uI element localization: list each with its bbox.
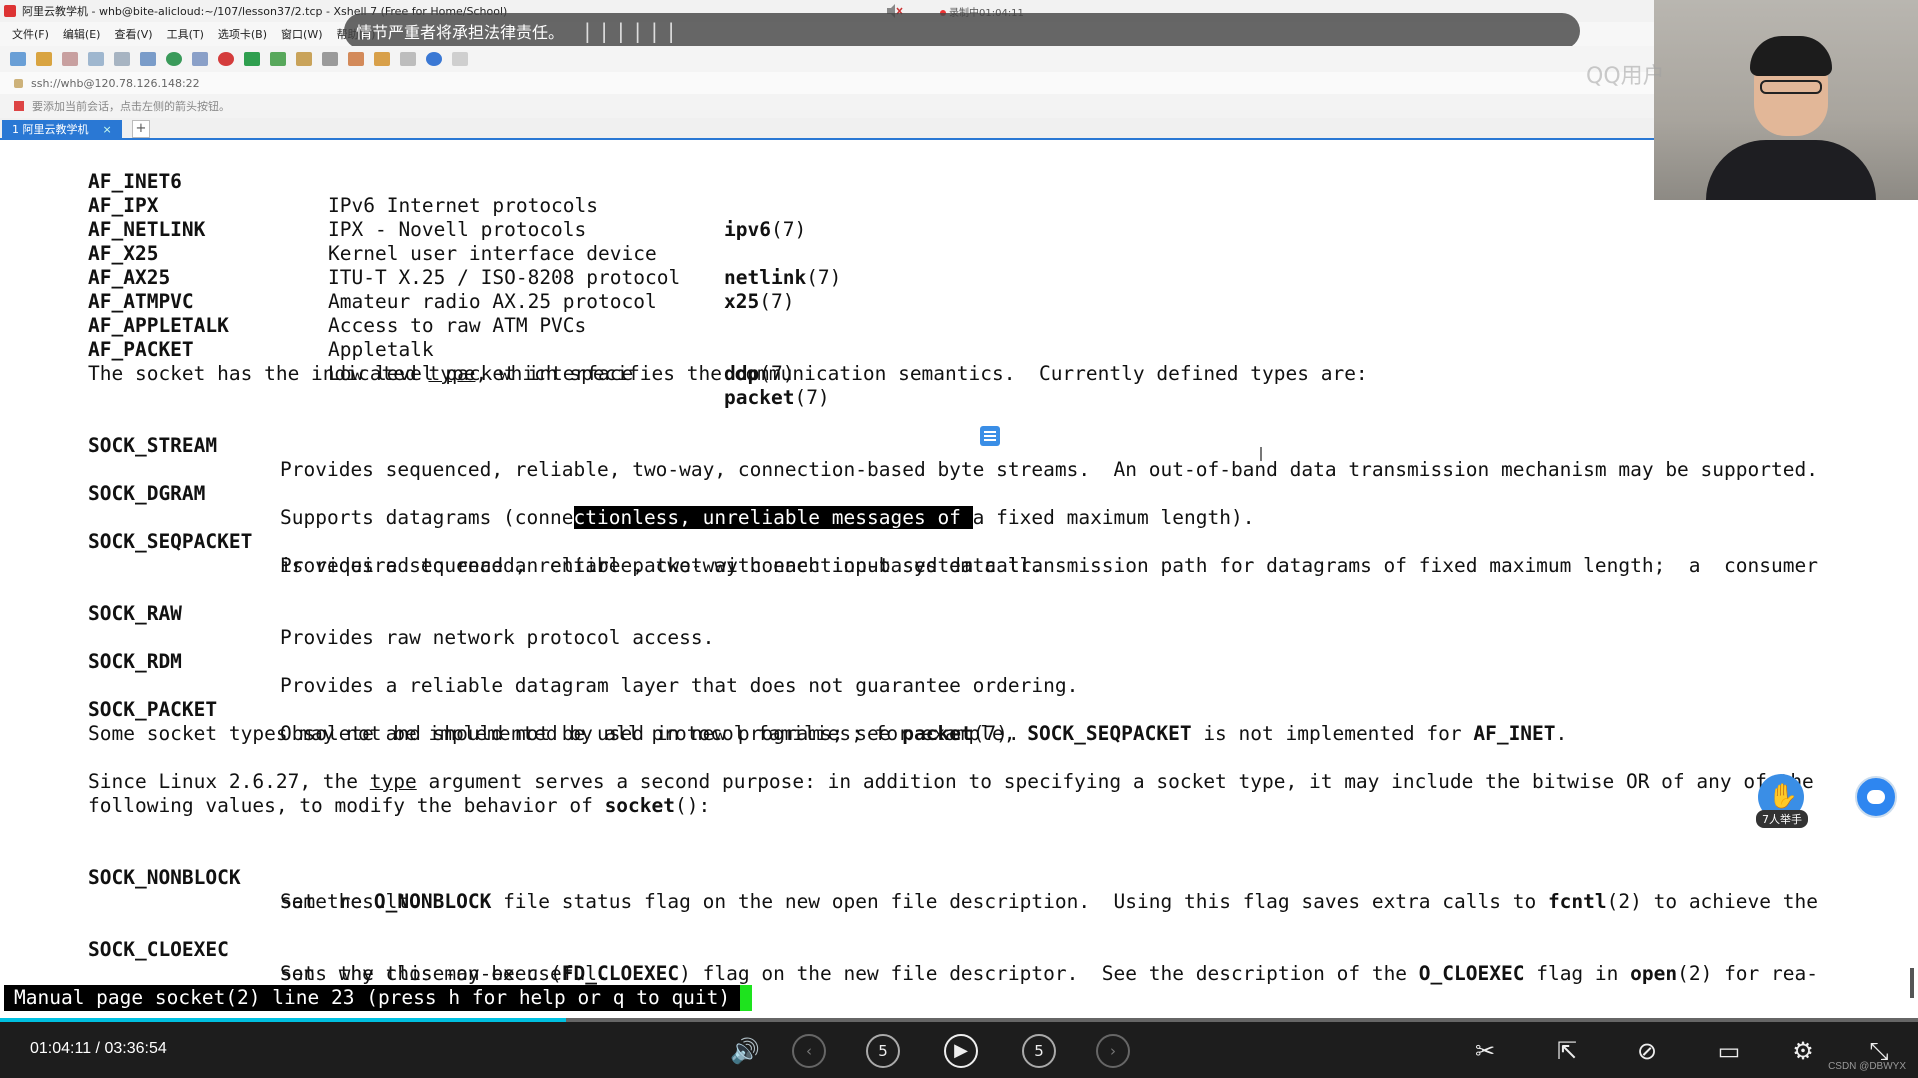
chat-bubble-icon[interactable] (1855, 776, 1897, 818)
add-tab-button[interactable]: + (132, 120, 150, 138)
bookmark-icon (14, 101, 24, 111)
fullscreen-icon[interactable] (270, 52, 286, 66)
xftp-icon[interactable] (218, 52, 234, 66)
share-screen-icon[interactable]: ⇱ (1550, 1034, 1584, 1068)
text-selection: ctionless, unreliable messages of (573, 506, 973, 529)
impl-note: Some socket types may not be implemented… (88, 722, 1568, 745)
play-icon[interactable]: ▶ (944, 1034, 978, 1068)
notice-banner: 情节严重者将承担法律责任。 |||||| (344, 13, 1580, 49)
menu-tabs[interactable]: 选项卡(B) (218, 26, 267, 42)
hint-text: 要添加当前会话，点击左侧的箭头按钮。 (32, 100, 230, 113)
font-icon[interactable] (192, 52, 208, 66)
scrollbar-thumb[interactable] (1910, 968, 1914, 998)
menu-view[interactable]: 查看(V) (114, 26, 152, 42)
settings-gear-icon[interactable]: ⚙ (1786, 1034, 1820, 1068)
session-tab-label: 1 阿里云教学机 (12, 123, 89, 136)
globe-icon[interactable] (166, 52, 182, 66)
notice-text: 情节严重者将承担法律责任。 (356, 23, 565, 42)
address-bar[interactable]: ssh://whb@120.78.126.148:22 (0, 72, 1654, 94)
terminal-area[interactable]: AF_INET6 IPv6 Internet protocols ipv6(7)… (0, 142, 1918, 1013)
sock-packet-entry: SOCK_PACKET Obsolete and should not be u… (88, 698, 1020, 745)
copy-icon[interactable] (88, 52, 104, 66)
since-paragraph: Since Linux 2.6.27, the type argument se… (88, 770, 1814, 793)
picture-in-picture-icon[interactable]: ▭ (1712, 1034, 1746, 1068)
script-icon[interactable] (374, 52, 390, 66)
raise-hand-count: 7人举手 (1756, 810, 1808, 828)
forward-5-icon[interactable]: 5 (1022, 1034, 1056, 1068)
note-icon[interactable] (980, 426, 1000, 446)
session-tabbar: 1 阿里云教学机 × + (0, 118, 1654, 140)
properties-icon[interactable] (140, 52, 156, 66)
highlight-icon[interactable] (348, 52, 364, 66)
find-icon[interactable] (114, 52, 130, 66)
since-paragraph-cont: following values, to modify the behavior… (88, 794, 711, 817)
xshell-app-icon (4, 5, 16, 17)
presenter-glasses (1760, 80, 1822, 94)
clip-scissors-icon[interactable]: ✂ (1468, 1034, 1502, 1068)
pager-status-line: Manual page socket(2) line 23 (press h f… (4, 985, 741, 1011)
previous-icon[interactable]: ‹ (792, 1034, 826, 1068)
presenter-body (1706, 140, 1876, 200)
time-separator: / (95, 1040, 100, 1057)
rewind-5-icon[interactable]: 5 (866, 1034, 900, 1068)
toolbar (0, 46, 1654, 72)
open-folder-icon[interactable] (36, 52, 52, 66)
webcam-feed (1654, 0, 1918, 200)
qq-watermark: QQ用户 (1586, 64, 1665, 89)
time-display: 01:04:11 / 03:36:54 (30, 1040, 167, 1058)
total-time: 03:36:54 (104, 1040, 167, 1057)
chat-icon[interactable] (452, 52, 468, 66)
type-intro: The socket has the indicated type, which… (88, 362, 1368, 385)
player-controls: 01:04:11 / 03:36:54 🔊 ‹ 5 ▶ 5 › ✂ ⇱ ⊘ ▭ … (0, 1022, 1918, 1078)
address-text: ssh://whb@120.78.126.148:22 (31, 76, 200, 90)
terminal-cursor (740, 985, 752, 1011)
menu-file[interactable]: 文件(F) (12, 26, 49, 42)
presenter-hair (1750, 36, 1832, 76)
lock-icon (14, 78, 23, 88)
new-session-icon[interactable] (10, 52, 26, 66)
session-tab[interactable]: 1 阿里云教学机 × (2, 120, 122, 138)
disconnect-icon[interactable] (62, 52, 78, 66)
danmaku-off-icon[interactable]: ⊘ (1630, 1034, 1664, 1068)
hint-bar: 要添加当前会话，点击左侧的箭头按钮。 (0, 94, 1654, 118)
keyboard-icon[interactable] (322, 52, 338, 66)
menu-window[interactable]: 窗口(W) (281, 26, 322, 42)
transfer-icon[interactable] (244, 52, 260, 66)
next-icon[interactable]: › (1096, 1034, 1130, 1068)
text-cursor-icon (1260, 447, 1262, 461)
notice-bars: |||||| (584, 19, 685, 43)
current-time: 01:04:11 (30, 1040, 92, 1057)
menu-tools[interactable]: 工具(T) (167, 26, 204, 42)
menu-edit[interactable]: 编辑(E) (63, 26, 101, 42)
layout-icon[interactable] (400, 52, 416, 66)
volume-icon[interactable]: 🔊 (728, 1034, 762, 1068)
csdn-watermark: CSDN @DBWYX (1828, 1061, 1906, 1072)
help-icon[interactable] (426, 52, 442, 66)
lock-toolbar-icon[interactable] (296, 52, 312, 66)
close-tab-icon[interactable]: × (103, 123, 112, 136)
